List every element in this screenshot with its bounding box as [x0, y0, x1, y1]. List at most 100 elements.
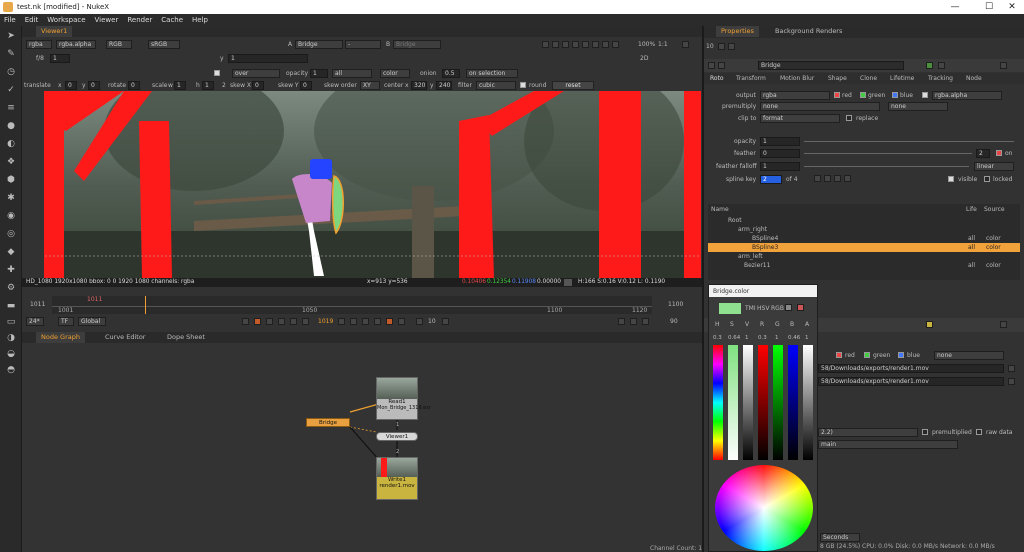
bridge-roto-node[interactable]: Bridge — [306, 418, 350, 427]
zoom-level[interactable]: 100% — [638, 41, 655, 48]
next-key-icon[interactable] — [824, 175, 831, 182]
play-backward-icon[interactable] — [302, 318, 309, 325]
out-point-icon[interactable] — [386, 318, 393, 325]
value-s[interactable]: 0.64 — [728, 335, 740, 341]
feather-slider[interactable] — [804, 153, 972, 154]
raw-data-checkbox[interactable] — [976, 429, 982, 435]
prev-frame-icon[interactable] — [290, 318, 297, 325]
timeline-start[interactable]: 1011 — [30, 301, 45, 308]
lut-dropdown[interactable]: sRGB — [148, 40, 180, 49]
input-b-dropdown[interactable]: Bridge — [393, 40, 441, 49]
ocula-icon[interactable]: ▭ — [5, 316, 17, 328]
mode-hsv[interactable]: HSV — [757, 305, 769, 312]
blue-checkbox[interactable] — [892, 92, 898, 98]
premultiply-dropdown[interactable]: none — [760, 102, 880, 111]
collapse-icon[interactable] — [708, 62, 715, 69]
alpha-checkbox[interactable] — [922, 92, 928, 98]
hue-slider[interactable] — [713, 345, 723, 460]
playhead[interactable] — [145, 296, 146, 314]
current-frame[interactable]: 1019 — [318, 318, 333, 325]
round-checkbox[interactable] — [520, 82, 526, 88]
opacity-slider[interactable] — [804, 141, 1014, 142]
output-all-dropdown[interactable]: all — [332, 69, 372, 78]
rgb-dropdown[interactable]: RGB — [106, 40, 132, 49]
replace-checkbox[interactable] — [846, 115, 852, 121]
compare-op-dropdown[interactable]: - — [345, 40, 381, 49]
close-write-icon[interactable] — [1000, 321, 1007, 328]
write-node[interactable]: Write1 render1.mov — [376, 457, 418, 500]
filter-dropdown[interactable]: cubic — [476, 81, 516, 90]
plugin-icon-2[interactable]: ◓ — [5, 364, 17, 376]
view-mode[interactable]: 2D — [640, 55, 648, 62]
guides-icon[interactable] — [562, 41, 569, 48]
roi-icon[interactable] — [542, 41, 549, 48]
scale-h-field[interactable]: 1 — [202, 81, 214, 90]
close-node-icon[interactable] — [1000, 62, 1007, 69]
next-frame-icon[interactable] — [350, 318, 357, 325]
opacity-field[interactable]: 1 — [310, 69, 328, 78]
global-dropdown[interactable]: Global — [78, 317, 106, 326]
tree-row[interactable]: Bezier11 all color — [708, 261, 1020, 270]
delete-key-icon[interactable] — [844, 175, 851, 182]
premultiplied-checkbox[interactable] — [922, 429, 928, 435]
subtab-tracking[interactable]: Tracking — [928, 75, 953, 82]
clear-panel-icon[interactable] — [728, 43, 735, 50]
feather-on-checkbox[interactable] — [996, 150, 1002, 156]
check-tool-icon[interactable]: ✓ — [5, 84, 17, 96]
value-b[interactable]: 0.46 — [788, 335, 800, 341]
skew-y-field[interactable]: 0 — [300, 81, 312, 90]
cache-icon[interactable] — [642, 318, 649, 325]
subtab-motion-blur[interactable]: Motion Blur — [780, 75, 814, 82]
spline-key-field[interactable]: 2 — [760, 175, 782, 184]
minimize-button[interactable]: — — [938, 0, 972, 14]
last-frame-icon[interactable] — [374, 318, 381, 325]
write-file-field[interactable]: 58/Downloads/exports/render1.mov — [818, 364, 1004, 373]
pixel-ratio[interactable]: 1:1 — [658, 41, 668, 48]
mode-rgb[interactable]: RGB — [771, 305, 784, 312]
output-dropdown[interactable]: rgba — [760, 91, 830, 100]
menu-cache[interactable]: Cache — [161, 16, 183, 24]
blue-slider[interactable] — [788, 345, 798, 460]
menu-workspace[interactable]: Workspace — [47, 16, 85, 24]
other-tool-icon[interactable]: ⚙ — [5, 282, 17, 294]
write-proxy-field[interactable]: 58/Downloads/exports/render1.mov — [818, 377, 1004, 386]
value-v[interactable]: 1 — [745, 335, 749, 341]
prev-key-icon[interactable] — [814, 175, 821, 182]
saturation-slider[interactable] — [728, 345, 738, 460]
center-y-field[interactable]: 240 — [436, 81, 452, 90]
subtab-roto[interactable]: Roto — [710, 75, 724, 82]
value-g[interactable]: 1 — [775, 335, 779, 341]
subtab-lifetime[interactable]: Lifetime — [890, 75, 914, 82]
viewer-canvas[interactable] — [44, 91, 701, 278]
visible-checkbox[interactable] — [948, 176, 954, 182]
end-frame-value[interactable]: 90 — [670, 318, 678, 325]
clock-tool-icon[interactable]: ◷ — [5, 66, 17, 78]
channel-tool-icon[interactable]: ◐ — [5, 138, 17, 150]
green-checkbox[interactable] — [860, 92, 866, 98]
premultiply-right-dropdown[interactable]: none — [888, 102, 948, 111]
properties-count[interactable]: 10 — [706, 43, 714, 50]
close-button[interactable]: ✕ — [1000, 0, 1024, 14]
alpha-slider[interactable] — [803, 345, 813, 460]
timeline-end[interactable]: 1100 — [668, 301, 683, 308]
feather-n-field[interactable]: 2 — [976, 149, 990, 158]
box-3d-icon[interactable]: ⬢ — [5, 174, 17, 186]
falloff-field[interactable]: 1 — [760, 162, 800, 171]
value-h[interactable]: 0.3 — [713, 335, 722, 341]
red-checkbox[interactable] — [834, 92, 840, 98]
tab-viewer1[interactable]: Viewer1 — [36, 26, 73, 37]
menu-render[interactable]: Render — [127, 16, 152, 24]
value-slider[interactable] — [743, 345, 753, 460]
step-value[interactable]: 10 — [428, 318, 436, 325]
reset-button[interactable]: reset — [552, 81, 594, 90]
channels-dropdown[interactable]: rgba — [26, 40, 52, 49]
color-wheel[interactable] — [715, 465, 813, 551]
lock-panel-icon[interactable] — [718, 43, 725, 50]
value-r[interactable]: 0.3 — [758, 335, 767, 341]
tree-row[interactable]: arm_left — [708, 252, 1020, 261]
timeline-track[interactable]: 1001 1011 1050 1100 1120 — [52, 296, 652, 314]
subtab-node[interactable]: Node — [966, 75, 982, 82]
red-slider[interactable] — [758, 345, 768, 460]
float-panel-icon[interactable] — [938, 62, 945, 69]
clip-warn-icon[interactable] — [582, 41, 589, 48]
